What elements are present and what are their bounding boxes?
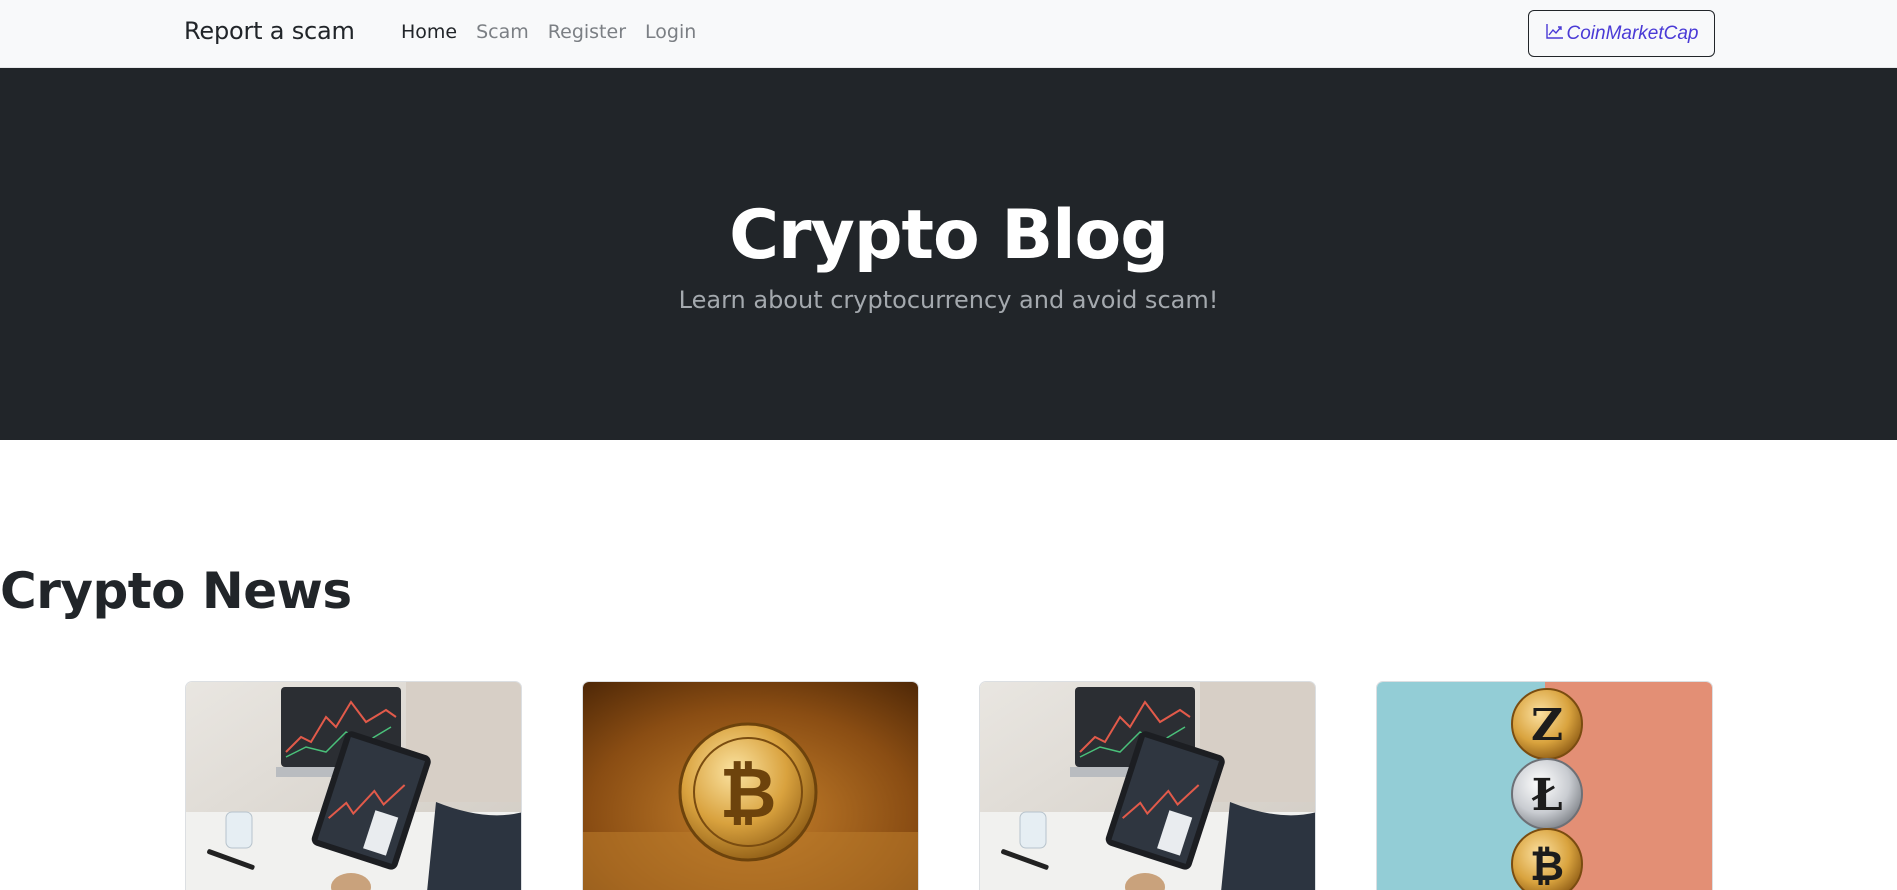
svg-text:₿: ₿ xyxy=(1530,841,1564,890)
nav-link-register[interactable]: Register xyxy=(548,21,626,43)
news-card[interactable]: Z Ł ₿ xyxy=(1376,681,1713,890)
svg-text:₿: ₿ xyxy=(719,752,776,834)
trading-tablet-image xyxy=(186,682,521,890)
svg-text:Z: Z xyxy=(1531,700,1563,751)
coinmarketcap-label: CoinMarketCap xyxy=(1566,22,1699,44)
nav-link-home[interactable]: Home xyxy=(401,21,457,43)
bitcoin-coin-image: ₿ xyxy=(583,682,918,890)
trading-tablet-image xyxy=(980,682,1315,890)
hero-banner: Crypto Blog Learn about cryptocurrency a… xyxy=(0,68,1897,440)
navbar: Report a scam Home Scam Register Login C… xyxy=(0,0,1897,68)
stacked-coins-image: Z Ł ₿ xyxy=(1377,682,1712,890)
nav-link-login[interactable]: Login xyxy=(645,21,696,43)
svg-text:Ł: Ł xyxy=(1531,770,1562,821)
coinmarketcap-button[interactable]: CoinMarketCap xyxy=(1528,10,1715,57)
brand-link[interactable]: Report a scam xyxy=(184,17,355,45)
news-card[interactable] xyxy=(979,681,1316,890)
nav-link-scam[interactable]: Scam xyxy=(476,21,529,43)
nav-links: Home Scam Register Login xyxy=(401,21,715,43)
chart-line-icon xyxy=(1545,22,1567,46)
news-card[interactable]: ₿ xyxy=(582,681,919,890)
news-card[interactable] xyxy=(185,681,522,890)
news-heading: Crypto News xyxy=(0,562,352,620)
hero-title: Crypto Blog xyxy=(729,196,1169,275)
hero-subtitle: Learn about cryptocurrency and avoid sca… xyxy=(678,286,1219,314)
